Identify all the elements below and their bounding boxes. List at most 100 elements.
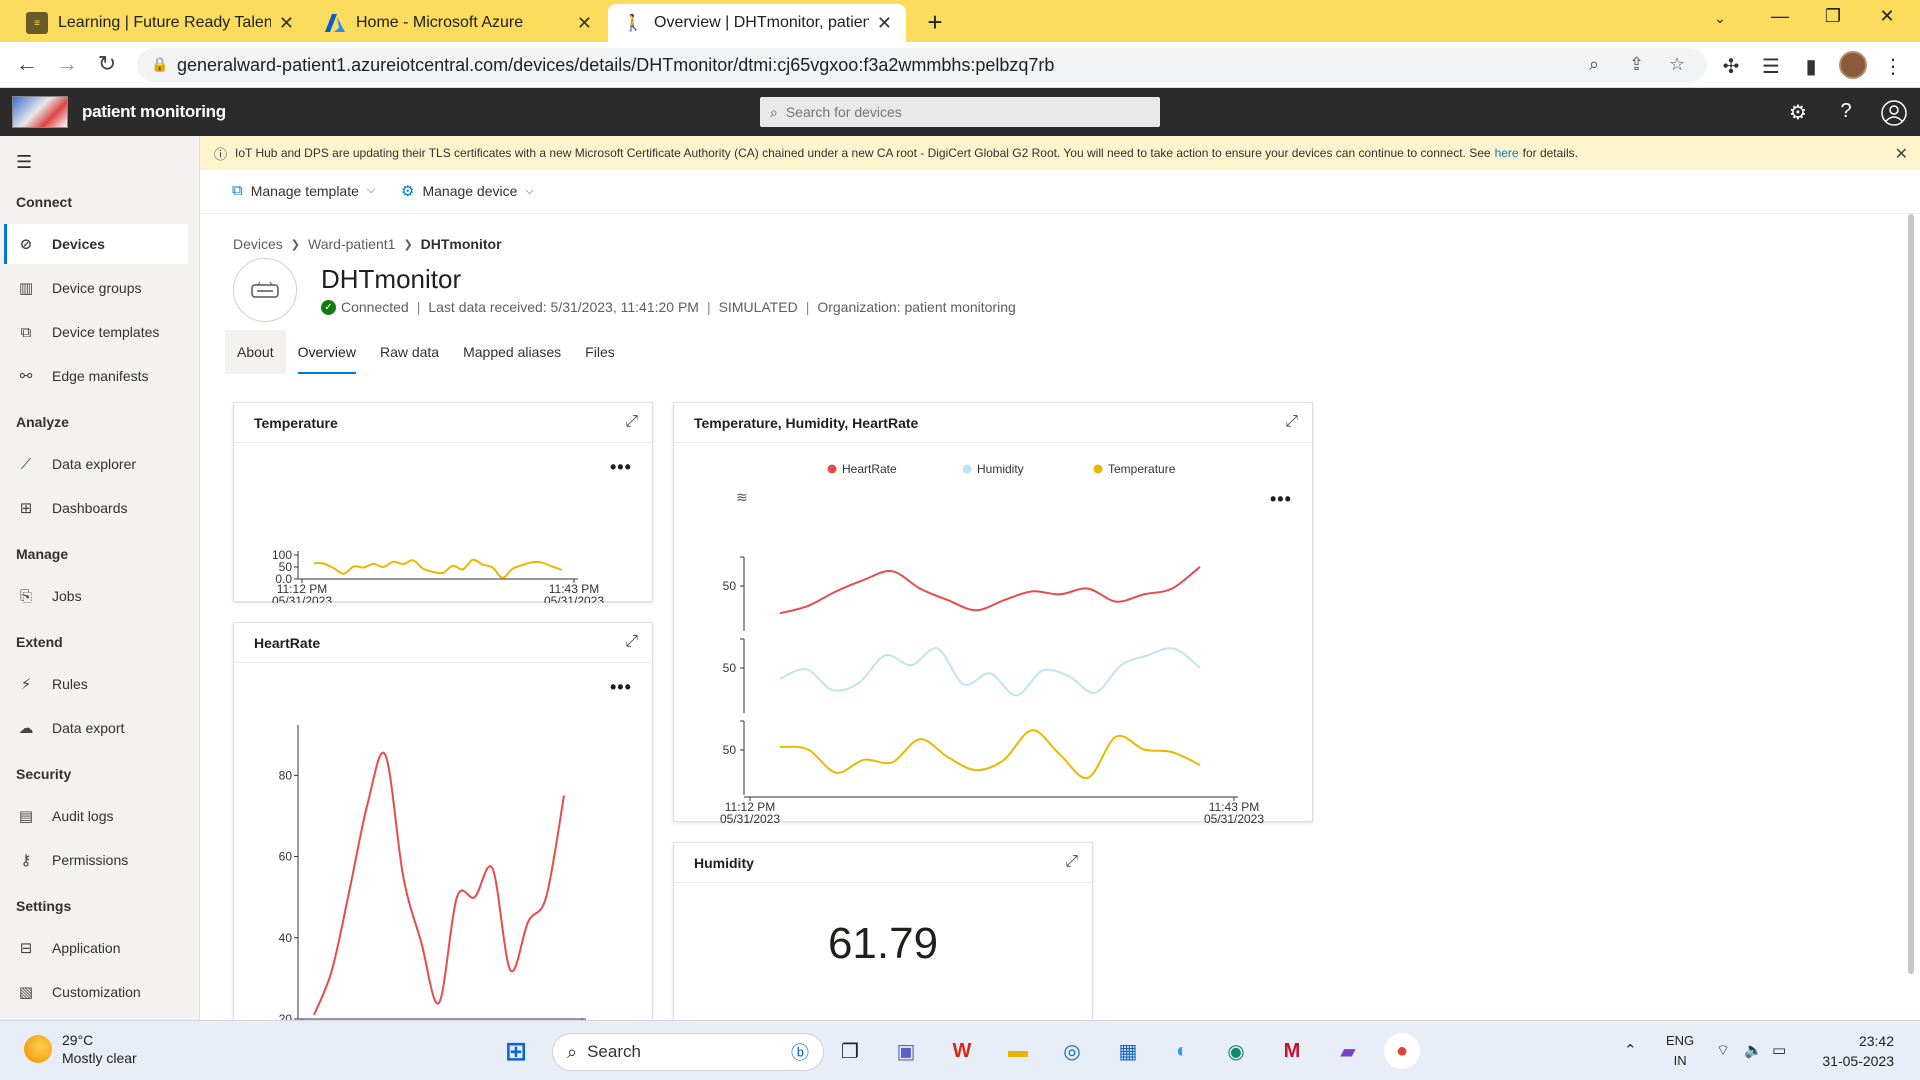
profile-avatar[interactable] [1839, 51, 1867, 79]
permissions-icon: ⚷ [20, 852, 32, 869]
nav-item-permissions[interactable]: ⚷ Permissions [4, 840, 188, 880]
y-tick-label: 50 [723, 579, 737, 593]
settings-gear-icon[interactable]: ⚙ [1784, 100, 1812, 125]
tab-search-icon[interactable]: ⌄ [1705, 10, 1735, 27]
tile-title: Temperature, Humidity, HeartRate [694, 414, 919, 431]
hamburger-menu-icon[interactable]: ☰ [16, 152, 32, 173]
expand-icon[interactable]: ⤢ [625, 413, 638, 431]
extensions-icon[interactable]: ✣ [1718, 54, 1744, 79]
app-title[interactable]: patient monitoring [82, 102, 226, 122]
back-icon[interactable]: ← [12, 51, 42, 77]
taskbar-search[interactable]: ⌕ Search ⓑ [552, 1033, 824, 1071]
task-view-icon[interactable]: ❐ [832, 1033, 868, 1069]
account-icon[interactable] [1880, 100, 1908, 132]
teams-chat-icon[interactable]: ▣ [888, 1033, 924, 1069]
edge-browser-icon[interactable]: ◉ [1218, 1033, 1254, 1069]
legend-label-temperature: Temperature [1108, 462, 1176, 476]
y-tick-label: 50 [723, 661, 737, 675]
close-window-icon[interactable]: ✕ [1872, 6, 1902, 27]
browser-tab-azure[interactable]: Home - Microsoft Azure ✕ [310, 4, 606, 42]
input-language[interactable]: ENG IN [1666, 1031, 1694, 1071]
reload-icon[interactable]: ↻ [92, 51, 122, 77]
system-clock[interactable]: 23:42 31-05-2023 [1814, 1031, 1894, 1071]
legend-swatch-temperature [1093, 464, 1103, 474]
browser-tab-overview[interactable]: 🚶 Overview | DHTmonitor, patient n ✕ [608, 4, 906, 42]
bookmark-star-icon[interactable]: ☆ [1669, 54, 1685, 75]
new-tab-button[interactable]: + [920, 7, 950, 38]
nav-item-dashboards[interactable]: ⊞ Dashboards [4, 488, 188, 528]
close-tab-icon[interactable]: ✕ [577, 13, 592, 34]
tab-raw-data[interactable]: Raw data [368, 330, 451, 374]
bing-icon: ⓑ [791, 1043, 809, 1063]
breadcrumb-ward-patient1[interactable]: Ward-patient1 [308, 236, 395, 252]
nav-item-rules[interactable]: ⚡ Rules [4, 664, 188, 704]
clipchamp-icon[interactable]: ▰ [1330, 1033, 1366, 1069]
nav-item-audit-logs[interactable]: ▤ Audit logs [4, 796, 188, 836]
app-header: patient monitoring ⌕ ⚙ ? [0, 88, 1920, 136]
y-tick-label: 80 [279, 768, 293, 782]
nav-item-jobs[interactable]: ⎘ Jobs [4, 576, 188, 616]
manage-device-button[interactable]: ⚙ Manage device ⌵ [401, 182, 534, 200]
minimize-icon[interactable]: — [1765, 6, 1795, 27]
device-search-input[interactable] [785, 104, 1126, 120]
nav-item-device-groups[interactable]: ▥ Device groups [4, 268, 188, 308]
microsoft-store-icon[interactable]: ▦ [1110, 1033, 1146, 1069]
heartrate-tile: HeartRate ⤢ ••• 8060402011:12 PM11:43 PM [233, 622, 653, 1023]
nav-item-data-explorer[interactable]: ⟋ Data explorer [4, 444, 188, 484]
nav-item-customization[interactable]: ▧ Customization [4, 972, 188, 1012]
tab-overview[interactable]: Overview [286, 330, 368, 374]
help-icon[interactable]: ? [1832, 100, 1860, 123]
manage-template-button[interactable]: ⧉ Manage template ⌵ [232, 182, 375, 199]
close-notice-icon[interactable]: ✕ [1895, 144, 1908, 164]
windows-start-icon[interactable]: ⊞ [498, 1033, 534, 1069]
show-hidden-icons-icon[interactable]: ⌃ [1624, 1041, 1637, 1059]
side-panel-icon[interactable]: ▮ [1798, 54, 1824, 79]
store-app-icon[interactable]: ◎ [1054, 1033, 1090, 1069]
temperature-chart: 100500.011:12 PM05/31/202311:43 PM05/31/… [272, 548, 604, 603]
humidity-tile: Humidity ⤢ 61.79 [673, 842, 1093, 1022]
wifi-icon[interactable]: ⌔ [1716, 1041, 1730, 1060]
breadcrumb-devices[interactable]: Devices [233, 236, 283, 252]
rules-icon: ⚡ [20, 676, 32, 693]
nav-item-device-templates[interactable]: ⧉ Device templates [4, 312, 188, 352]
nav-item-application[interactable]: ⊟ Application [4, 928, 188, 968]
tab-files[interactable]: Files [573, 330, 627, 374]
tab-mapped-aliases[interactable]: Mapped aliases [451, 330, 573, 374]
nav-item-data-export[interactable]: ☁ Data export [4, 708, 188, 748]
mcafee-icon[interactable]: M [1274, 1033, 1310, 1069]
expand-icon[interactable]: ⤢ [1285, 413, 1298, 431]
browser-menu-icon[interactable]: ⋮ [1880, 54, 1906, 79]
zoom-icon[interactable]: ⌕ [1589, 54, 1599, 75]
page-scrollbar[interactable] [1908, 214, 1914, 974]
expand-icon[interactable]: ⤢ [625, 633, 638, 651]
weather-widget[interactable]: 29°C Mostly clear [24, 1031, 137, 1067]
forward-icon[interactable]: → [52, 51, 82, 77]
device-tabs: About Overview Raw data Mapped aliases F… [225, 330, 627, 374]
notice-here-link[interactable]: here [1495, 146, 1519, 160]
expand-icon[interactable]: ⤢ [1065, 853, 1078, 871]
wps-office-icon[interactable]: W [944, 1033, 980, 1069]
restore-icon[interactable]: ❐ [1818, 6, 1848, 27]
heartrate-series [313, 751, 565, 1016]
legend-swatch-humidity [962, 464, 972, 474]
media-control-icon[interactable]: ☰ [1758, 54, 1784, 79]
battery-icon[interactable]: ▭ [1772, 1041, 1786, 1059]
nav-item-devices[interactable]: ⊘ Devices [4, 224, 188, 264]
browser-tab-learning[interactable]: ≡ Learning | Future Ready Talent ✕ [12, 4, 308, 42]
tab-about[interactable]: About [225, 330, 286, 374]
file-explorer-icon[interactable]: ▬ [1000, 1033, 1036, 1069]
close-tab-icon[interactable]: ✕ [279, 13, 294, 34]
url-field[interactable]: 🔒 generalward-patient1.azureiotcentral.c… [137, 48, 1707, 82]
weather-app-icon[interactable]: ◐ [1164, 1033, 1200, 1069]
close-tab-icon[interactable]: ✕ [877, 13, 892, 34]
volume-icon[interactable]: 🔈 [1744, 1041, 1763, 1059]
device-search-box[interactable]: ⌕ [760, 97, 1160, 127]
app-logo[interactable] [12, 96, 68, 128]
chrome-icon[interactable]: ● [1384, 1033, 1420, 1069]
device-groups-icon: ▥ [18, 280, 34, 297]
organization-label: Organization: patient monitoring [817, 299, 1016, 315]
chevron-down-icon: ⌵ [366, 184, 376, 196]
nav-item-edge-manifests[interactable]: ⚯ Edge manifests [4, 356, 188, 396]
share-icon[interactable]: ⇪ [1629, 54, 1644, 75]
connected-check-icon: ✓ [321, 299, 336, 315]
